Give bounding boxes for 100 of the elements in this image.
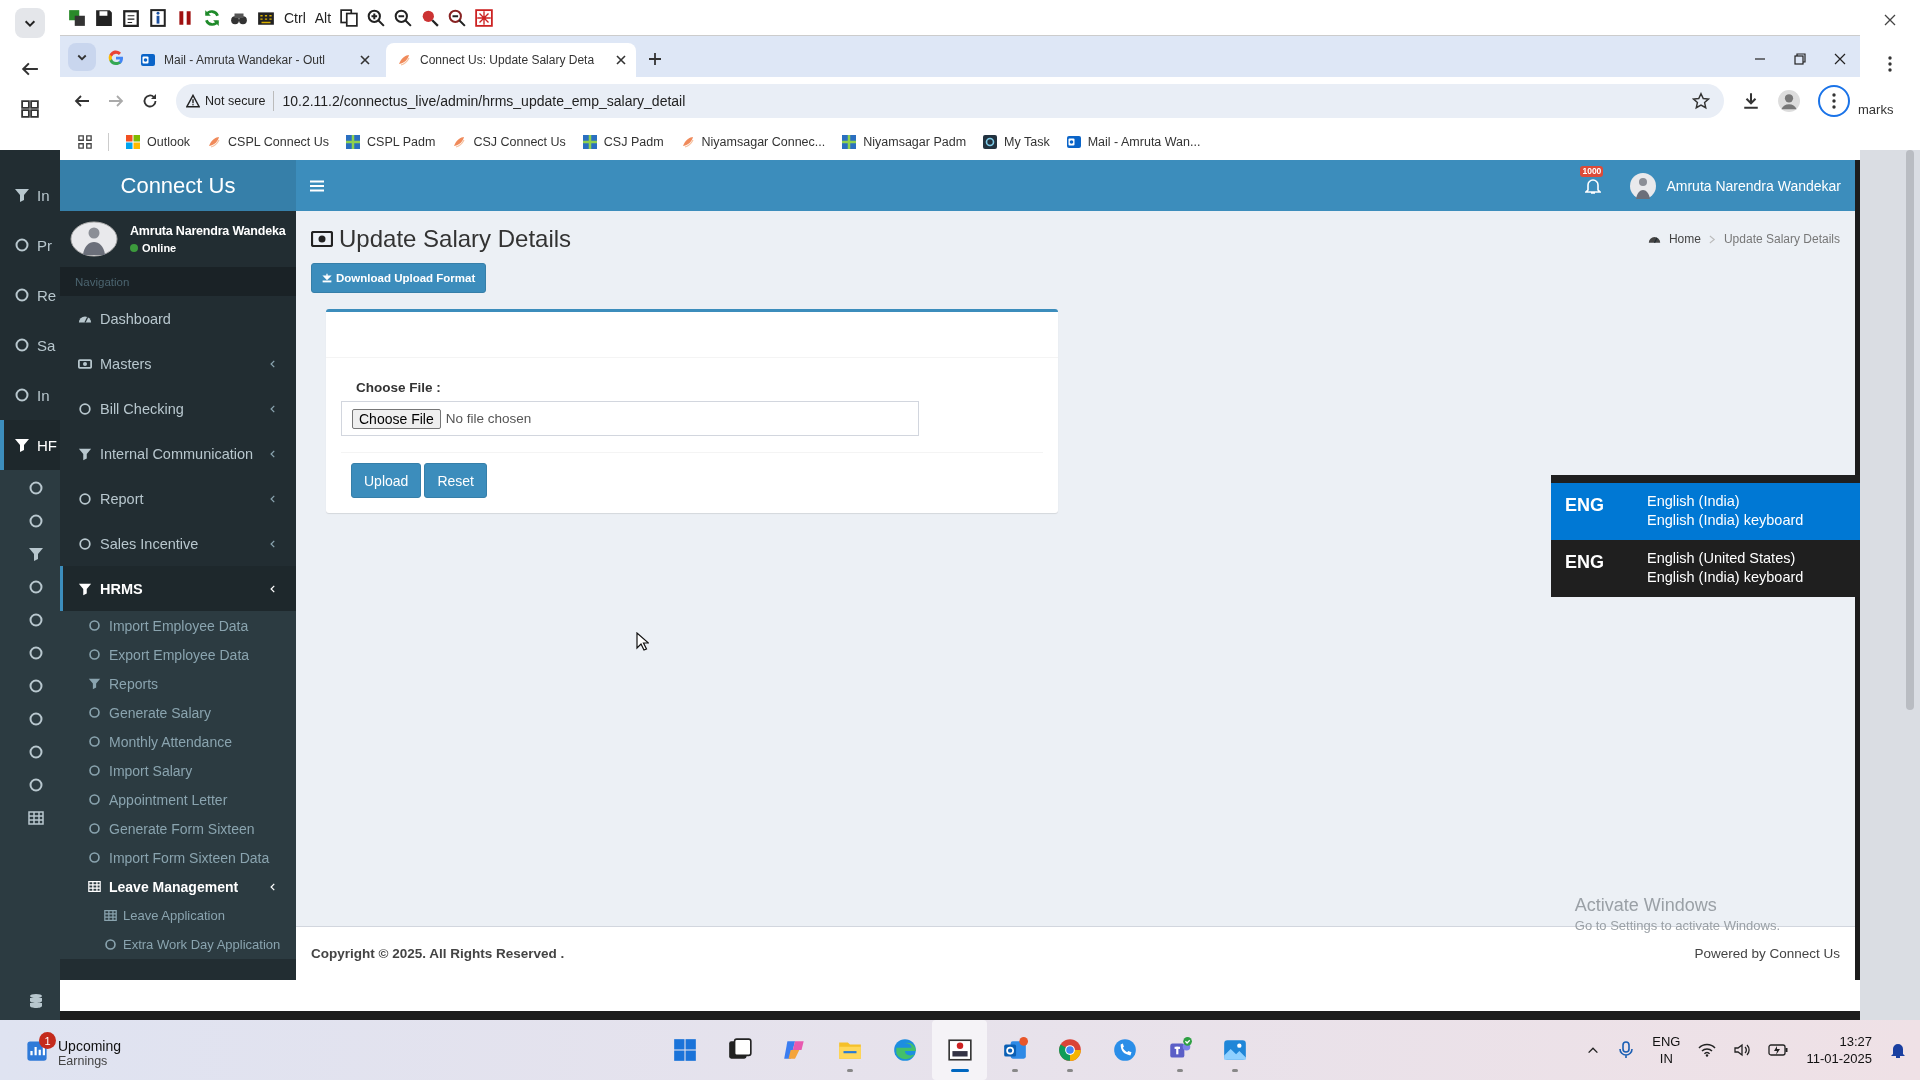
bookmark-item[interactable]: CSPL Connect Us — [206, 134, 330, 150]
sidebar-item[interactable]: HF — [0, 420, 60, 470]
bookmark-item[interactable]: Mail - Amruta Wan... — [1065, 134, 1201, 150]
close-icon[interactable] — [616, 55, 626, 65]
close-icon[interactable] — [1884, 14, 1896, 26]
input-option[interactable]: ENG English (India) English (India) keyboard — [1551, 483, 1860, 540]
google-icon[interactable] — [108, 50, 124, 66]
clipboard-icon[interactable] — [122, 8, 140, 27]
tab-list-button[interactable] — [68, 43, 96, 71]
file-input-field[interactable]: Choose File No file chosen — [341, 401, 919, 436]
pause-icon[interactable] — [176, 8, 194, 27]
browser-tab[interactable]: Mail - Amruta Wandekar - Outl — [130, 43, 380, 77]
security-chip[interactable]: Not secure — [186, 90, 275, 111]
sidebar-item[interactable]: Re — [0, 270, 60, 320]
close-icon[interactable] — [360, 55, 370, 65]
key-button[interactable]: Ctrl — [284, 9, 306, 26]
reload-icon[interactable] — [142, 92, 158, 109]
bell-icon[interactable] — [1585, 176, 1602, 195]
menu-item[interactable]: Masters — [60, 341, 296, 386]
widget-button[interactable]: 1 Upcoming Earnings — [24, 1029, 126, 1071]
apps-grid-icon[interactable] — [78, 135, 92, 149]
browser-tab[interactable]: Connect Us: Update Salary Deta — [386, 43, 636, 77]
app-logo[interactable]: Connect Us — [60, 160, 296, 211]
menu-icon[interactable] — [310, 179, 324, 192]
phone-icon[interactable] — [1111, 1037, 1138, 1063]
breadcrumb-item[interactable]: Home — [1668, 232, 1701, 246]
bookmark-item[interactable]: CSJ Padm — [581, 134, 664, 150]
action-button[interactable]: Upload — [351, 463, 422, 498]
menu-item[interactable]: Dashboard — [60, 296, 296, 341]
dropdown-button[interactable] — [15, 8, 45, 38]
action-button[interactable]: Reset — [424, 463, 487, 498]
address-bar[interactable]: Not secure 10.2.11.2/connectus_live/admin/hrms_update_emp_salary_detail — [176, 83, 1724, 118]
zoom-out-icon[interactable] — [394, 8, 413, 27]
wifi-icon[interactable] — [1698, 1043, 1717, 1057]
circle-icon — [28, 777, 44, 793]
copy-icon[interactable] — [340, 8, 359, 27]
star-icon[interactable] — [1692, 91, 1710, 110]
menu-item[interactable]: Sales Incentive — [60, 521, 296, 566]
bookmark-item[interactable]: Outlook — [125, 134, 191, 150]
chrome-icon[interactable] — [1056, 1037, 1083, 1063]
download-icon[interactable] — [1742, 91, 1760, 110]
bookmark-item[interactable]: Niyamsagar Connec... — [679, 134, 826, 150]
transfer-icon[interactable] — [68, 8, 86, 27]
refresh-icon[interactable] — [203, 8, 221, 27]
sidebar-item[interactable]: Sa — [0, 320, 60, 370]
grid-icon[interactable] — [21, 100, 39, 118]
close-icon[interactable] — [1834, 53, 1846, 65]
avatar-icon[interactable] — [1778, 89, 1800, 112]
submenu-item[interactable]: Reports — [60, 669, 296, 698]
restore-icon[interactable] — [1794, 53, 1806, 65]
submenu-item[interactable]: Appointment Letter — [60, 785, 296, 814]
bookmark-item[interactable]: Niyamsagar Padm — [841, 134, 967, 150]
info-icon[interactable] — [149, 8, 167, 27]
edge-icon[interactable] — [891, 1037, 918, 1063]
microphone-icon[interactable] — [1618, 1041, 1635, 1059]
menu-item[interactable]: Internal Communication — [60, 431, 296, 476]
submenu-item[interactable]: Export Employee Data — [60, 640, 296, 669]
submenu-item[interactable]: Extra Work Day Application — [60, 930, 296, 959]
save-icon[interactable] — [95, 8, 113, 27]
menu-item[interactable]: Bill Checking — [60, 386, 296, 431]
bookmark-item[interactable]: CSPL Padm — [345, 134, 436, 150]
user-name[interactable]: Amruta Narendra Wandekar — [1666, 177, 1841, 194]
menu-item[interactable]: HRMS — [60, 566, 296, 611]
bookmark-item[interactable]: CSJ Connect Us — [451, 134, 566, 150]
back-arrow-icon[interactable] — [21, 60, 39, 78]
input-option[interactable]: ENG English (United States) English (India) keyboard — [1551, 540, 1860, 597]
zoom-in-icon[interactable] — [367, 8, 386, 27]
speaker-icon[interactable] — [1734, 1043, 1751, 1057]
bookmark-item[interactable]: My Task — [982, 134, 1050, 150]
sidebar-item[interactable]: In — [0, 170, 60, 220]
zoom-reset-icon[interactable] — [421, 8, 440, 27]
download-button[interactable]: Download Upload Format — [311, 263, 487, 293]
circle-icon — [78, 536, 92, 551]
photos-icon[interactable] — [1221, 1037, 1248, 1063]
windows-icon[interactable] — [671, 1037, 698, 1063]
menu-item[interactable]: Report — [60, 476, 296, 521]
submenu-item[interactable]: Leave Application — [60, 901, 296, 930]
bookmarks-label[interactable]: marks — [1858, 102, 1894, 117]
sidebar-item[interactable]: In — [0, 370, 60, 420]
submenu-item[interactable]: Leave Management — [60, 872, 296, 901]
new-tab-icon[interactable] — [648, 52, 662, 66]
submenu-item[interactable]: Import Employee Data — [60, 611, 296, 640]
menu-button[interactable] — [1818, 84, 1850, 117]
battery-icon[interactable] — [1768, 1044, 1789, 1056]
bell-icon[interactable] — [1890, 1041, 1906, 1059]
choose-file-button[interactable]: Choose File — [352, 408, 441, 429]
fullscreen-icon[interactable] — [475, 8, 494, 27]
submenu-item[interactable]: Generate Form Sixteen — [60, 814, 296, 843]
submenu-item[interactable]: Import Salary — [60, 756, 296, 785]
submenu-item[interactable]: Monthly Attendance — [60, 727, 296, 756]
sidebar-item[interactable]: Pr — [0, 220, 60, 270]
submenu-item[interactable]: Generate Salary — [60, 698, 296, 727]
language-indicator[interactable]: ENG IN — [1652, 1034, 1681, 1066]
clock[interactable]: 13:27 11-01-2025 — [1806, 1034, 1872, 1066]
zoom-fit-icon[interactable] — [448, 8, 467, 27]
submenu-item[interactable]: Import Form Sixteen Data — [60, 843, 296, 872]
back-arrow-icon[interactable] — [74, 92, 90, 109]
remote-viewer-icon[interactable] — [946, 1037, 973, 1063]
key-button[interactable]: Alt — [314, 9, 332, 26]
kebab-icon[interactable] — [1888, 56, 1892, 72]
